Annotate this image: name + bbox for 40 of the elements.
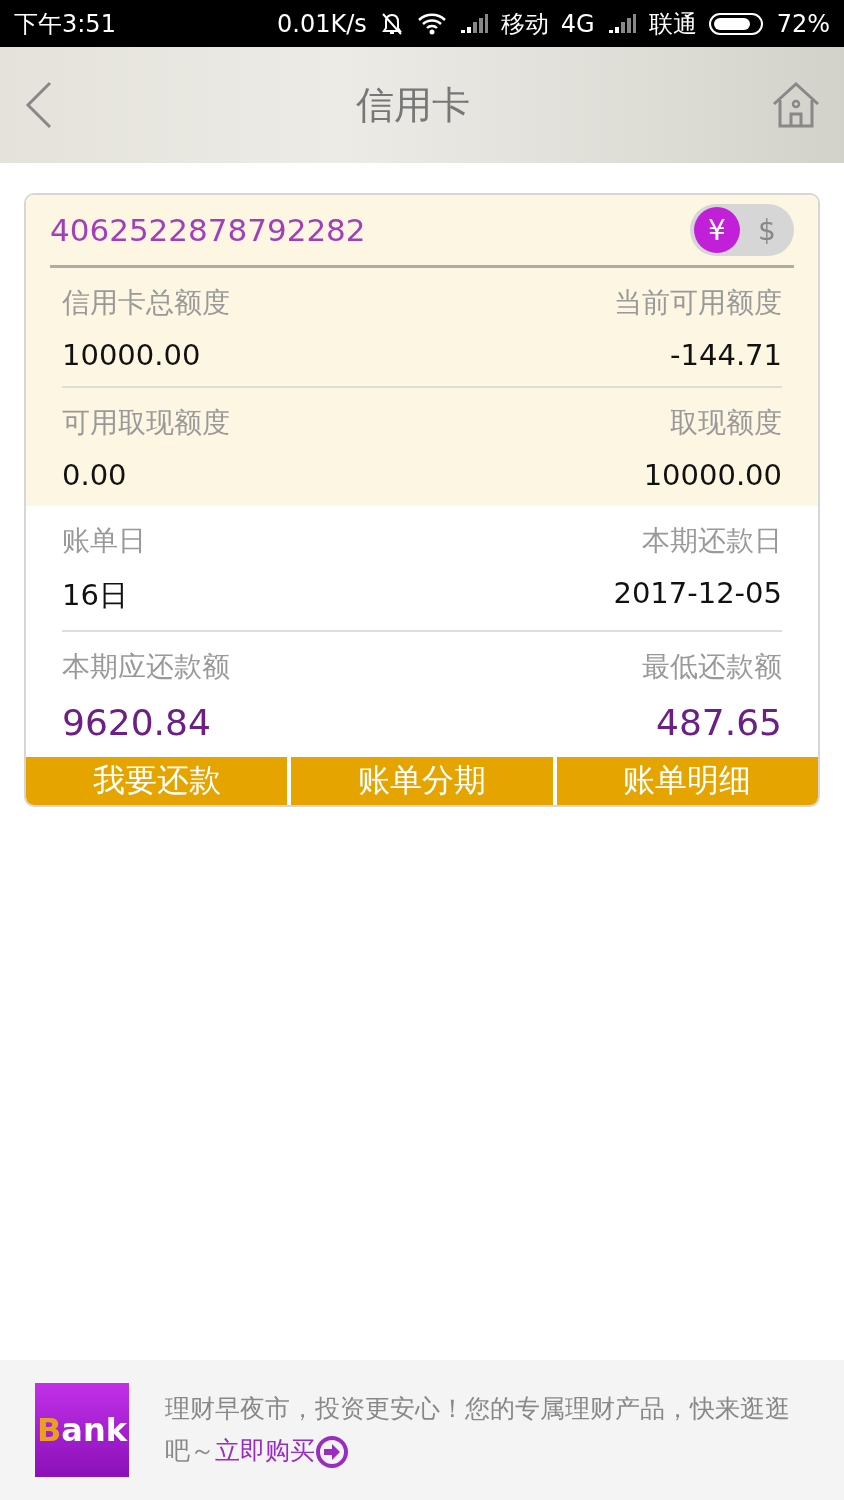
status-time: 下午3:51 [14, 8, 116, 40]
wifi-icon [416, 11, 447, 36]
currency-option[interactable]: ¥ [694, 207, 740, 253]
field-label: 可用取现额度 [62, 405, 231, 441]
field-label: 取现额度 [669, 405, 782, 441]
network-speed: 0.01K/s [277, 9, 367, 38]
carrier-name: 移动 [500, 8, 549, 40]
signal-icon [458, 12, 489, 35]
currency-toggle[interactable]: ¥ $ [690, 204, 794, 256]
bank-logo: Bank [35, 1383, 129, 1477]
action-button[interactable]: 我要还款 [26, 757, 288, 805]
field-value: -144.71 [669, 338, 782, 372]
field-value: 16日 [62, 577, 129, 614]
field-value: 10000.00 [642, 458, 782, 492]
field-value: 0.00 [62, 458, 128, 492]
field-label: 本期还款日 [641, 523, 782, 559]
promo-text: 理财早夜市，投资更安心！您的专属理财产品，快来逛逛吧～立即购买 [165, 1388, 805, 1472]
field-label: 信用卡总额度 [62, 285, 231, 321]
field-value: 487.65 [655, 702, 782, 743]
buy-link[interactable]: 立即购买 [215, 1436, 349, 1465]
network-type: 4G [560, 9, 595, 38]
field-value: 9620.84 [62, 702, 212, 743]
carrier-name: 联通 [648, 8, 697, 40]
battery-level: 72% [776, 9, 830, 38]
page-title: 信用卡 [355, 81, 471, 129]
currency-option[interactable]: $ [744, 207, 790, 253]
field-value: 10000.00 [62, 338, 202, 372]
signal-icon [606, 12, 637, 35]
arrow-circle-icon [315, 1435, 349, 1469]
home-icon[interactable] [772, 82, 820, 128]
battery-icon [708, 11, 765, 36]
field-label: 账单日 [62, 523, 147, 559]
field-label: 最低还款额 [641, 649, 782, 685]
field-value: 2017-12-05 [612, 576, 782, 612]
action-button[interactable]: 账单明细 [556, 757, 818, 805]
back-icon[interactable] [24, 81, 54, 129]
field-label: 当前可用额度 [613, 285, 782, 321]
action-button[interactable]: 账单分期 [291, 757, 553, 805]
card-number: 4062522878792282 [50, 212, 367, 248]
field-label: 本期应还款额 [62, 649, 231, 685]
